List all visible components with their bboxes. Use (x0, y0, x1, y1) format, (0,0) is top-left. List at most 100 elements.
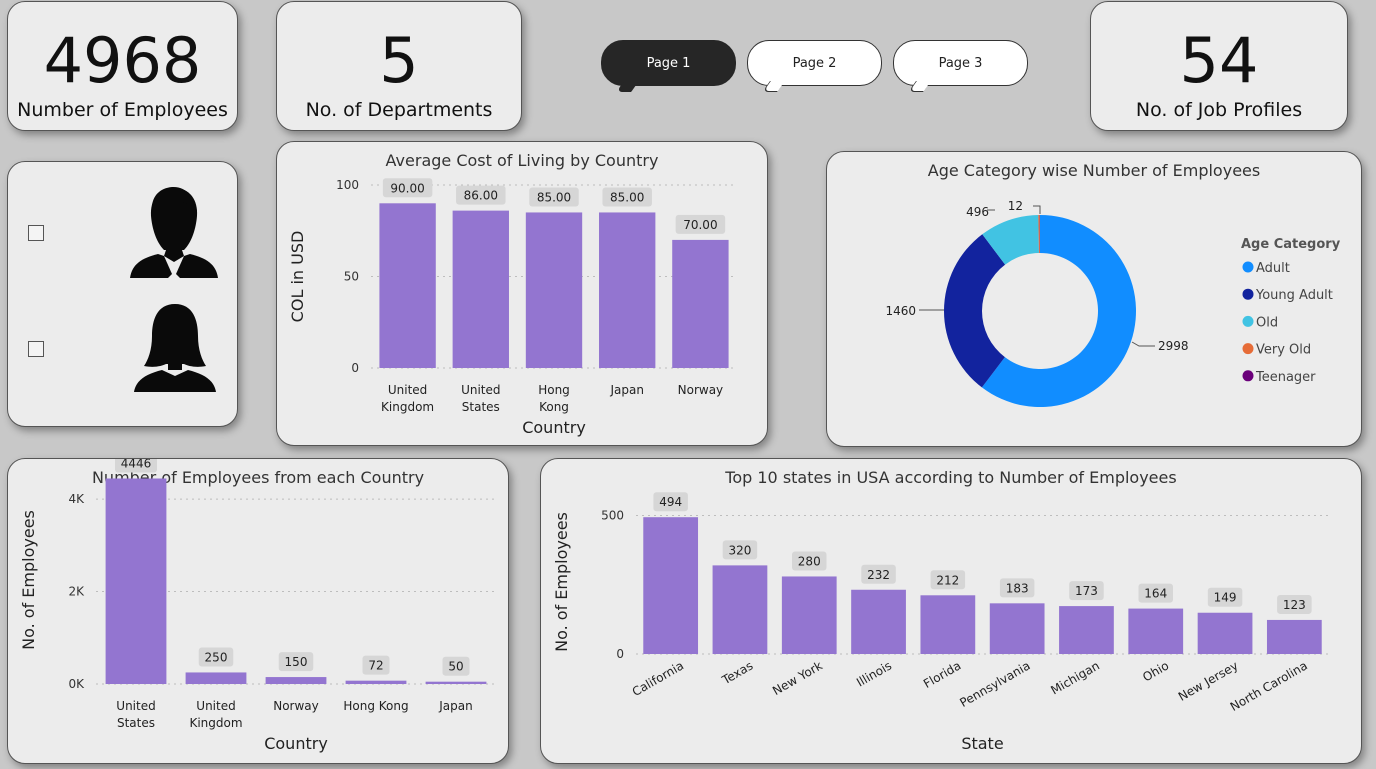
y-tick-label: 0 (351, 361, 359, 375)
page-2-button[interactable]: Page 2 (747, 40, 882, 92)
data-label: 496 (966, 205, 989, 219)
x-tick-label: Florida (921, 658, 963, 691)
bar (105, 478, 167, 684)
page-3-label: Page 3 (938, 55, 983, 71)
kpi-card-employees: 4968 Number of Employees (7, 1, 238, 131)
y-tick-label: 4K (68, 492, 85, 506)
bar (379, 203, 436, 368)
bar (643, 517, 699, 654)
bar (989, 603, 1045, 654)
x-tick-label: Hong Kong (343, 699, 408, 713)
departments-label: No. of Departments (305, 99, 493, 121)
bar (1128, 608, 1184, 654)
data-label: 90.00 (390, 181, 424, 195)
x-tick-label: Kong (539, 400, 569, 414)
x-tick-label: Kingdom (189, 716, 242, 730)
employees-label: Number of Employees (17, 99, 228, 121)
y-axis-title: No. of Employees (552, 512, 571, 652)
bar (851, 589, 906, 654)
x-tick-label: United (116, 699, 155, 713)
bar (599, 212, 656, 368)
speech-tail-icon (616, 81, 639, 92)
bar (185, 672, 247, 684)
top-states-card: Top 10 states in USA according to Number… (540, 458, 1362, 764)
legend-label: Old (1256, 315, 1278, 330)
data-label: 250 (205, 650, 228, 664)
legend-marker (1242, 343, 1254, 355)
job-profiles-count: 54 (1179, 24, 1259, 97)
legend-marker (1242, 261, 1254, 273)
data-label: 4446 (121, 459, 152, 470)
legend-marker (1242, 370, 1254, 382)
cost-of-living-card: Average Cost of Living by Country 0 50 100… (276, 141, 768, 446)
x-tick-label: Hong (538, 383, 570, 397)
data-label: 212 (936, 573, 959, 587)
legend-label: Teenager (1255, 370, 1316, 385)
x-tick-label: Japan (438, 699, 472, 713)
job-profiles-label: No. of Job Profiles (1135, 99, 1303, 121)
top-states-chart: 0 500 494 California 320 Texas 280 New York 232 I… (552, 492, 1329, 753)
bar (781, 576, 837, 654)
gender-slicer (7, 161, 238, 427)
legend-title: Age Category (1241, 237, 1341, 252)
male-avatar-icon[interactable] (128, 184, 220, 280)
x-tick-label: California (630, 658, 686, 699)
y-axis-title: COL in USD (288, 231, 307, 323)
y-tick-label: 100 (336, 178, 359, 192)
data-label: 173 (1075, 584, 1098, 598)
page-1-label: Page 1 (646, 55, 691, 71)
bar (920, 595, 976, 654)
x-tick-label: Norway (273, 699, 319, 713)
data-label: 280 (798, 554, 821, 568)
data-label: 149 (1214, 591, 1237, 605)
page-3-button[interactable]: Page 3 (893, 40, 1028, 92)
legend-label: Very Old (1256, 343, 1311, 358)
y-tick-label: 0 (616, 647, 624, 661)
bar (1059, 606, 1114, 654)
female-checkbox[interactable] (28, 341, 44, 357)
x-tick-label: Kingdom (381, 400, 434, 414)
female-avatar-icon[interactable] (130, 302, 220, 394)
bar (425, 681, 487, 684)
data-label: 50 (448, 660, 463, 674)
bar (672, 239, 729, 368)
employees-by-country-chart: 0K 2K 4K 4446 United States 250 United Kingdom 15… (19, 459, 496, 753)
data-label: 12 (1008, 199, 1023, 213)
speech-tail-icon (908, 81, 931, 92)
x-tick-label: Pennsylvania (957, 658, 1032, 710)
x-axis-title: Country (264, 734, 328, 753)
departments-count: 5 (379, 24, 419, 97)
data-label: 85.00 (537, 190, 571, 204)
data-label: 1460 (885, 304, 916, 318)
data-label: 150 (285, 655, 308, 669)
x-tick-label: Japan (609, 383, 643, 397)
data-label: 2998 (1158, 339, 1189, 353)
bar (712, 565, 768, 654)
legend-label: Young Adult (1255, 288, 1333, 303)
speech-tail-icon (762, 81, 785, 92)
bar (525, 212, 583, 368)
bar (452, 210, 509, 368)
age-category-card: Age Category wise Number of Employees 29… (826, 151, 1362, 447)
male-checkbox[interactable] (28, 225, 44, 241)
data-label: 70.00 (683, 218, 717, 232)
x-tick-label: New York (770, 658, 825, 698)
bar (1266, 619, 1322, 654)
employees-by-country-card: Number of Employees from each Country 0K… (7, 458, 509, 764)
x-tick-label: States (462, 400, 500, 414)
page-1-button[interactable]: Page 1 (601, 40, 736, 92)
bar (345, 680, 407, 684)
x-tick-label: United (388, 383, 427, 397)
donut-slice (944, 234, 1006, 388)
x-tick-label: Illinois (854, 658, 894, 689)
data-label: 494 (659, 495, 682, 509)
legend-marker (1242, 315, 1254, 327)
data-label: 72 (368, 659, 383, 673)
bar (1197, 612, 1253, 654)
leader-line (1033, 205, 1041, 214)
x-tick-label: Michigan (1048, 658, 1102, 697)
cost-of-living-chart: 0 50 100 90.00 United Kingdom 86.00 United State… (288, 178, 737, 437)
y-tick-label: 2K (68, 585, 85, 599)
kpi-card-departments: 5 No. of Departments (276, 1, 522, 131)
data-label: 86.00 (464, 189, 498, 203)
